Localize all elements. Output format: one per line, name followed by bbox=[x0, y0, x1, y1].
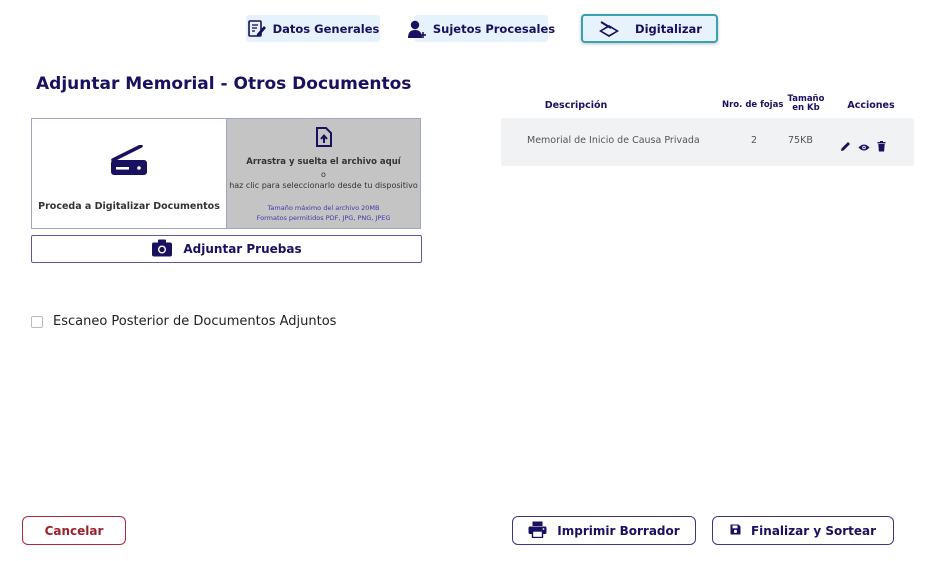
dropzone-max-size: Tamaño máximo del archivo 20MB bbox=[267, 204, 380, 212]
cancel-button[interactable]: Cancelar bbox=[22, 516, 126, 545]
file-dropzone[interactable]: Arrastra y suelta el archivo aquí o haz … bbox=[226, 118, 421, 229]
row-pages: 2 bbox=[751, 135, 758, 146]
tab-sujetos-procesales[interactable]: Sujetos Procesales bbox=[407, 15, 555, 42]
scan-later-label: Escaneo Posterior de Documentos Adjuntos bbox=[53, 314, 337, 329]
page-title: Adjuntar Memorial - Otros Documentos bbox=[36, 74, 412, 94]
printer-icon bbox=[528, 521, 547, 541]
digitalize-documents-button[interactable]: Proceda a Digitalizar Documentos bbox=[31, 118, 227, 229]
header-actions: Acciones bbox=[847, 100, 895, 111]
save-icon bbox=[730, 524, 741, 538]
finish-label: Finalizar y Sortear bbox=[750, 523, 877, 538]
table-row: Memorial de Inicio de Causa Privada 2 75… bbox=[501, 118, 914, 166]
edit-document-icon bbox=[247, 19, 267, 38]
row-size: 75KB bbox=[788, 135, 813, 146]
tab-label: Sujetos Procesales bbox=[432, 21, 556, 36]
delete-icon[interactable] bbox=[877, 137, 886, 156]
row-description: Memorial de Inicio de Causa Privada bbox=[527, 135, 700, 146]
header-size: Tamaño en Kb bbox=[787, 94, 825, 113]
dropzone-title: Arrastra y suelta el archivo aquí bbox=[246, 157, 401, 167]
tab-digitalizar[interactable]: Digitalizar bbox=[581, 14, 718, 43]
print-draft-label: Imprimir Borrador bbox=[557, 523, 680, 538]
digitalize-label: Proceda a Digitalizar Documentos bbox=[38, 201, 220, 212]
tab-label: Datos Generales bbox=[272, 21, 380, 36]
print-draft-button[interactable]: Imprimir Borrador bbox=[512, 516, 696, 545]
scan-later-option: Escaneo Posterior de Documentos Adjuntos bbox=[31, 314, 336, 329]
tab-label: Digitalizar bbox=[635, 21, 702, 36]
camera-icon bbox=[151, 239, 173, 260]
view-icon[interactable] bbox=[858, 137, 870, 156]
file-upload-icon bbox=[315, 127, 332, 151]
dropzone-formats: Formatos permitidos PDF, JPG, PNG, JPEG bbox=[256, 214, 391, 222]
scanner-icon bbox=[110, 144, 148, 181]
edit-icon[interactable] bbox=[840, 137, 851, 156]
attach-evidence-label: Adjuntar Pruebas bbox=[183, 242, 302, 256]
header-description: Descripción bbox=[544, 100, 608, 111]
scanner-icon bbox=[597, 19, 621, 39]
header-pages: Nro. de fojas bbox=[722, 100, 784, 110]
finish-button[interactable]: Finalizar y Sortear bbox=[712, 516, 894, 545]
add-user-icon bbox=[407, 19, 427, 39]
dropzone-subtitle: haz clic para seleccionarlo desde tu dis… bbox=[229, 181, 418, 190]
dropzone-or: o bbox=[321, 170, 326, 179]
attach-evidence-button[interactable]: Adjuntar Pruebas bbox=[31, 235, 422, 263]
tab-datos-generales[interactable]: Datos Generales bbox=[246, 15, 380, 42]
scan-later-checkbox[interactable] bbox=[31, 315, 43, 328]
